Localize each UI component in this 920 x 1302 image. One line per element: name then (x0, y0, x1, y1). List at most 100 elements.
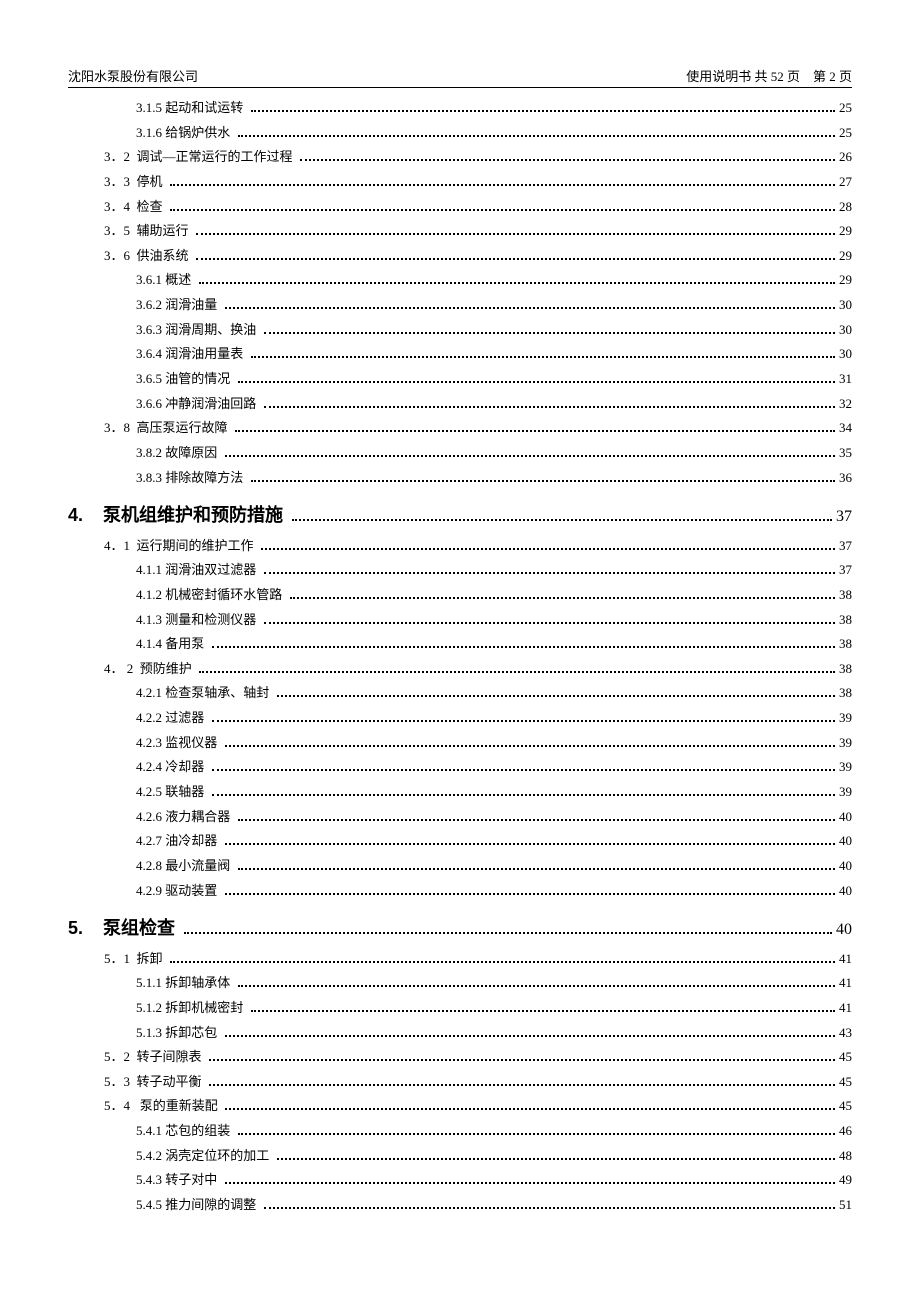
toc-entry: 5. 泵组检查 40 (68, 915, 852, 943)
toc-label: 3．2 调试—正常运行的工作过程 (104, 147, 296, 167)
toc-page: 51 (839, 1195, 852, 1215)
toc-page: 39 (839, 757, 852, 777)
toc-entry: 4.2.8 最小流量阀 40 (136, 856, 852, 876)
toc-leader (264, 565, 835, 574)
toc-page: 38 (839, 683, 852, 703)
toc-page: 29 (839, 221, 852, 241)
toc-label: 5.4.2 涡壳定位环的加工 (136, 1146, 273, 1166)
toc-entry: 3．2 调试—正常运行的工作过程 26 (104, 147, 852, 167)
toc-leader (212, 762, 835, 771)
toc-leader (199, 275, 835, 284)
toc-leader (225, 738, 835, 747)
toc-leader (184, 921, 832, 934)
toc-page: 30 (839, 344, 852, 364)
toc-entry: 3.6.1 概述 29 (136, 270, 852, 290)
toc-leader (264, 325, 835, 334)
toc-page: 25 (839, 123, 852, 143)
toc-label: 4.1.2 机械密封循环水管路 (136, 585, 286, 605)
toc-leader (199, 664, 835, 673)
toc-leader (225, 1027, 835, 1036)
toc-entry: 5.1.2 拆卸机械密封 41 (136, 998, 852, 1018)
toc-entry: 4.2.5 联轴器 39 (136, 782, 852, 802)
toc-label: 4.2.7 油冷却器 (136, 831, 221, 851)
toc-page: 36 (839, 468, 852, 488)
toc-leader (290, 590, 835, 599)
toc-leader (209, 1077, 835, 1086)
toc-page: 45 (839, 1047, 852, 1067)
toc-leader (225, 836, 835, 845)
toc-page: 40 (839, 856, 852, 876)
toc-label: 3．3 停机 (104, 172, 166, 192)
toc-page: 48 (839, 1146, 852, 1166)
toc-leader (196, 226, 835, 235)
toc-leader (225, 886, 835, 895)
toc-entry: 4. 泵机组维护和预防措施 37 (68, 502, 852, 530)
toc-page: 31 (839, 369, 852, 389)
toc-label: 3．6 供油系统 (104, 246, 192, 266)
toc-label: 4.2.1 检查泵轴承、轴封 (136, 683, 273, 703)
toc-page: 30 (839, 295, 852, 315)
header-company: 沈阳水泵股份有限公司 (68, 66, 198, 85)
toc-leader (212, 713, 835, 722)
toc-leader (225, 448, 835, 457)
toc-label: 5．2 转子间隙表 (104, 1047, 205, 1067)
toc-leader (238, 978, 835, 987)
toc-page: 41 (839, 949, 852, 969)
toc-entry: 5．1 拆卸 41 (104, 949, 852, 969)
toc-page: 27 (839, 172, 852, 192)
toc-leader (170, 177, 835, 186)
toc-entry: 3．5 辅助运行 29 (104, 221, 852, 241)
toc-leader (292, 508, 832, 521)
toc-label: 4.2.6 液力耦合器 (136, 807, 234, 827)
toc-label: 5.4.3 转子对中 (136, 1170, 221, 1190)
toc-page: 39 (839, 782, 852, 802)
toc-entry: 4.2.2 过滤器 39 (136, 708, 852, 728)
toc-entry: 3.8.2 故障原因 35 (136, 443, 852, 463)
toc-leader (170, 201, 835, 210)
toc-label: 3.6.3 润滑周期、换油 (136, 320, 260, 340)
toc-entry: 3.1.6 给锅炉供水 25 (136, 123, 852, 143)
toc-label: 5．4 泵的重新装配 (104, 1096, 221, 1116)
toc-leader (251, 473, 835, 482)
toc-entry: 3．4 检查 28 (104, 197, 852, 217)
toc-entry: 5.4.1 芯包的组装 46 (136, 1121, 852, 1141)
toc-entry: 5.4.2 涡壳定位环的加工 48 (136, 1146, 852, 1166)
toc-entry: 4.1.2 机械密封循环水管路 38 (136, 585, 852, 605)
toc-leader (251, 349, 835, 358)
toc-label: 3.8.3 排除故障方法 (136, 468, 247, 488)
toc-label: 3．8 高压泵运行故障 (104, 418, 231, 438)
toc-entry: 4.2.9 驱动装置 40 (136, 881, 852, 901)
toc-page: 39 (839, 733, 852, 753)
toc-entry: 5.4.3 转子对中 49 (136, 1170, 852, 1190)
toc-entry: 3．8 高压泵运行故障 34 (104, 418, 852, 438)
toc-entry: 4.1.4 备用泵 38 (136, 634, 852, 654)
toc-label: 4.2.4 冷却器 (136, 757, 208, 777)
toc-label: 4.1.4 备用泵 (136, 634, 208, 654)
toc-entry: 3.6.3 润滑周期、换油 30 (136, 320, 852, 340)
toc-label: 4. 泵机组维护和预防措施 (68, 502, 288, 530)
toc-page: 41 (839, 973, 852, 993)
toc-label: 5．1 拆卸 (104, 949, 166, 969)
toc-page: 40 (839, 807, 852, 827)
toc-leader (238, 1126, 835, 1135)
toc-entry: 5．2 转子间隙表 45 (104, 1047, 852, 1067)
toc-leader (196, 251, 835, 260)
toc-entry: 3.6.6 冲静润滑油回路 32 (136, 394, 852, 414)
toc-page: 40 (836, 918, 852, 943)
toc-leader (264, 614, 835, 623)
toc-label: 3.6.1 概述 (136, 270, 195, 290)
toc-leader (225, 300, 835, 309)
toc-page: 28 (839, 197, 852, 217)
toc-label: 3.8.2 故障原因 (136, 443, 221, 463)
header-pageinfo: 使用说明书 共 52 页 第 2 页 (686, 66, 852, 85)
toc-label: 5.1.2 拆卸机械密封 (136, 998, 247, 1018)
toc-page: 45 (839, 1072, 852, 1092)
toc-page: 38 (839, 610, 852, 630)
page-header: 沈阳水泵股份有限公司 使用说明书 共 52 页 第 2 页 (68, 66, 852, 88)
toc-label: 4.2.2 过滤器 (136, 708, 208, 728)
toc-page: 26 (839, 147, 852, 167)
toc-entry: 5．3 转子动平衡 45 (104, 1072, 852, 1092)
toc-label: 3.6.6 冲静润滑油回路 (136, 394, 260, 414)
toc-label: 4.2.8 最小流量阀 (136, 856, 234, 876)
toc-label: 3.1.5 起动和试运转 (136, 98, 247, 118)
